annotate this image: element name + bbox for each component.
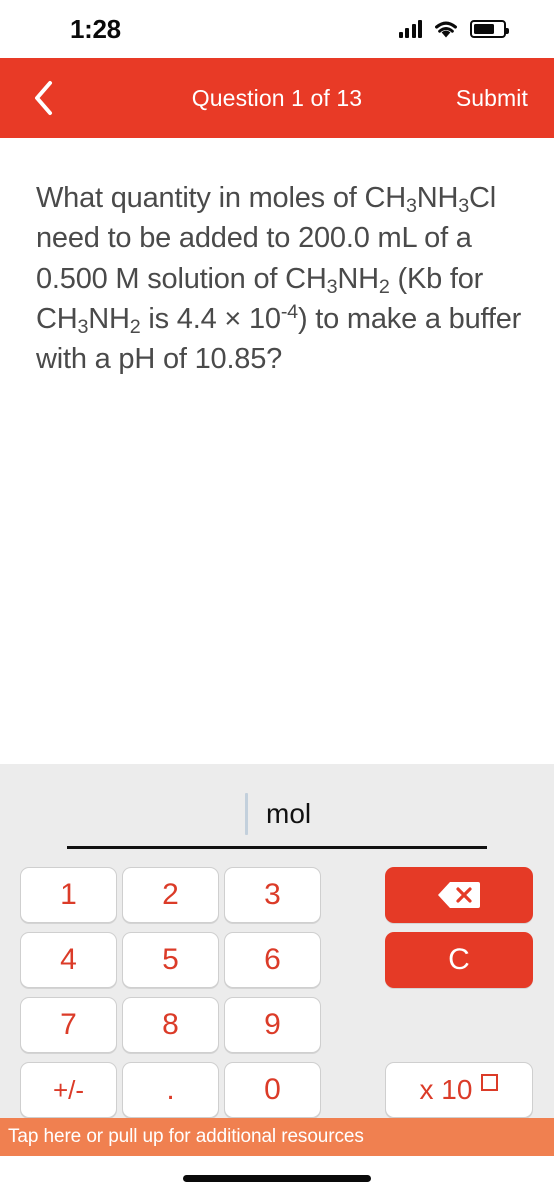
formula-nh: NH <box>416 182 459 214</box>
key-decimal[interactable]: . <box>122 1062 219 1118</box>
question-text: What quantity in moles of CH3NH3Cl need … <box>36 178 522 379</box>
key-8[interactable]: 8 <box>122 997 219 1053</box>
answer-input[interactable]: mol <box>67 791 487 837</box>
status-icons <box>398 20 509 39</box>
clear-button[interactable]: C <box>385 932 533 988</box>
keys-wrapper: 1 2 3 4 5 6 7 8 9 +/- . 0 C x 10 <box>0 849 554 1118</box>
formula3-sub-3: 3 <box>77 315 89 338</box>
formula3-nh: NH <box>88 302 130 335</box>
formula3-ch: CH <box>36 302 78 335</box>
scientific-notation-button[interactable]: x 10 <box>385 1062 533 1118</box>
key-9[interactable]: 9 <box>224 997 321 1053</box>
additional-resources-bar[interactable]: Tap here or pull up for additional resou… <box>0 1118 554 1156</box>
key-6[interactable]: 6 <box>224 932 321 988</box>
status-bar: 1:28 <box>0 0 554 58</box>
numeric-keypad: 1 2 3 4 5 6 7 8 9 +/- . 0 <box>20 867 321 1118</box>
home-indicator[interactable] <box>183 1174 371 1182</box>
key-2[interactable]: 2 <box>122 867 219 923</box>
answer-input-row[interactable]: mol <box>0 786 554 842</box>
backspace-button[interactable] <box>385 867 533 923</box>
key-7[interactable]: 7 <box>20 997 117 1053</box>
key-1[interactable]: 1 <box>20 867 117 923</box>
battery-icon <box>470 20 509 38</box>
formula-sub-3a: 3 <box>405 194 417 217</box>
key-3[interactable]: 3 <box>224 867 321 923</box>
formula3-sub-2: 2 <box>129 315 141 338</box>
formula2-ch: CH <box>285 262 327 295</box>
key-0[interactable]: 0 <box>224 1062 321 1118</box>
formula2-nh: NH <box>337 262 379 295</box>
wifi-icon <box>435 21 457 37</box>
unit-label: mol <box>266 798 312 829</box>
question-part-4: is 4.4 × 10 <box>140 302 281 335</box>
formula-ch: CH <box>364 182 406 214</box>
key-plus-minus[interactable]: +/- <box>20 1062 117 1118</box>
keypad-panel: mol 1 2 3 4 5 6 7 8 9 +/- . 0 C x 10 <box>0 764 554 1118</box>
exponent-minus-4: -4 <box>280 301 298 324</box>
key-5[interactable]: 5 <box>122 932 219 988</box>
question-part-1: What quantity in moles of <box>36 182 365 214</box>
formula2-sub-2: 2 <box>378 275 390 298</box>
question-part-3: (Kb for <box>389 262 484 295</box>
text-caret <box>245 793 248 835</box>
formula-cl: Cl <box>469 182 496 214</box>
action-keypad: C x 10 <box>385 867 533 1118</box>
question-area: What quantity in moles of CH3NH3Cl need … <box>0 138 554 764</box>
backspace-delete-icon <box>438 882 480 908</box>
formula2-sub-3: 3 <box>326 275 338 298</box>
home-indicator-area <box>0 1156 554 1200</box>
status-time: 1:28 <box>70 13 121 44</box>
exponent-placeholder-box <box>481 1073 499 1091</box>
formula-sub-3b: 3 <box>458 194 469 217</box>
additional-resources-label: Tap here or pull up for additional resou… <box>8 1126 364 1147</box>
navigation-bar: Question 1 of 13 Submit <box>0 58 554 138</box>
keypad-spacer <box>385 997 533 1053</box>
cellular-signal-icon <box>398 20 422 38</box>
scientific-label: x 10 <box>419 1074 473 1105</box>
key-4[interactable]: 4 <box>20 932 117 988</box>
phone-screen: 1:28 Question 1 of 13 Submit What quanti… <box>0 0 554 1200</box>
submit-button[interactable]: Submit <box>456 85 528 112</box>
